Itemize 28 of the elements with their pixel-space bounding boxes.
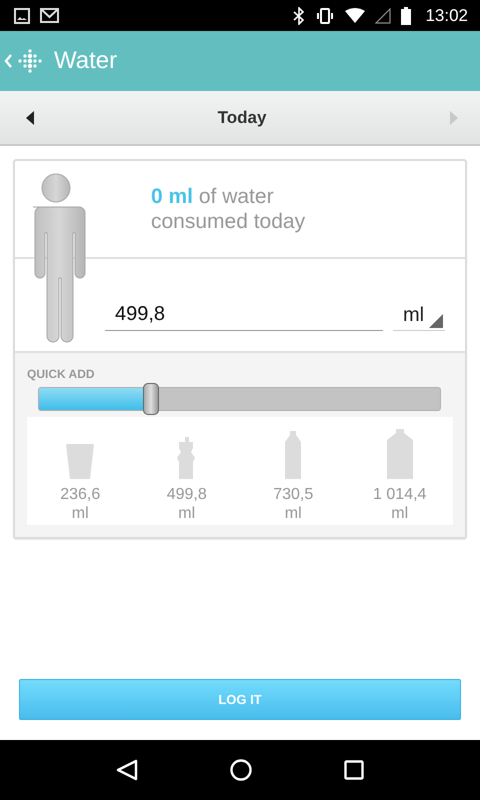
dots-logo-icon bbox=[18, 49, 42, 73]
back-nav-icon[interactable] bbox=[116, 759, 138, 781]
signal-icon bbox=[375, 8, 392, 24]
drink-amount: 499,8 ml bbox=[166, 485, 207, 523]
battery-icon bbox=[401, 6, 412, 24]
cup-icon bbox=[66, 444, 94, 479]
sport-bottle-icon bbox=[176, 437, 197, 479]
drink-amount: 1 014,4 ml bbox=[373, 485, 426, 523]
home-nav-icon[interactable] bbox=[230, 759, 252, 781]
bluetooth-icon bbox=[293, 6, 306, 24]
mail-icon bbox=[40, 8, 59, 23]
drink-amount: 236,6 ml bbox=[60, 485, 100, 523]
quick-add-label: QUICK ADD bbox=[27, 367, 96, 381]
bottle-icon bbox=[284, 431, 302, 479]
slider-thumb[interactable] bbox=[143, 383, 160, 415]
unit-dropdown[interactable]: ml bbox=[393, 301, 445, 331]
vibrate-icon bbox=[315, 8, 336, 24]
recents-nav-icon[interactable] bbox=[344, 760, 364, 780]
dropdown-corner-icon bbox=[429, 314, 443, 328]
jug-icon bbox=[386, 429, 413, 479]
status-time: 13:02 bbox=[425, 6, 468, 26]
drink-amount: 730,5 ml bbox=[273, 485, 314, 523]
water-summary: 0 ml of water consumed today bbox=[151, 184, 306, 234]
image-icon bbox=[14, 8, 30, 24]
wifi-icon bbox=[345, 8, 366, 23]
screen-title: Water bbox=[54, 47, 118, 75]
date-label: Today bbox=[216, 108, 268, 128]
back-chevron-icon bbox=[4, 54, 12, 68]
